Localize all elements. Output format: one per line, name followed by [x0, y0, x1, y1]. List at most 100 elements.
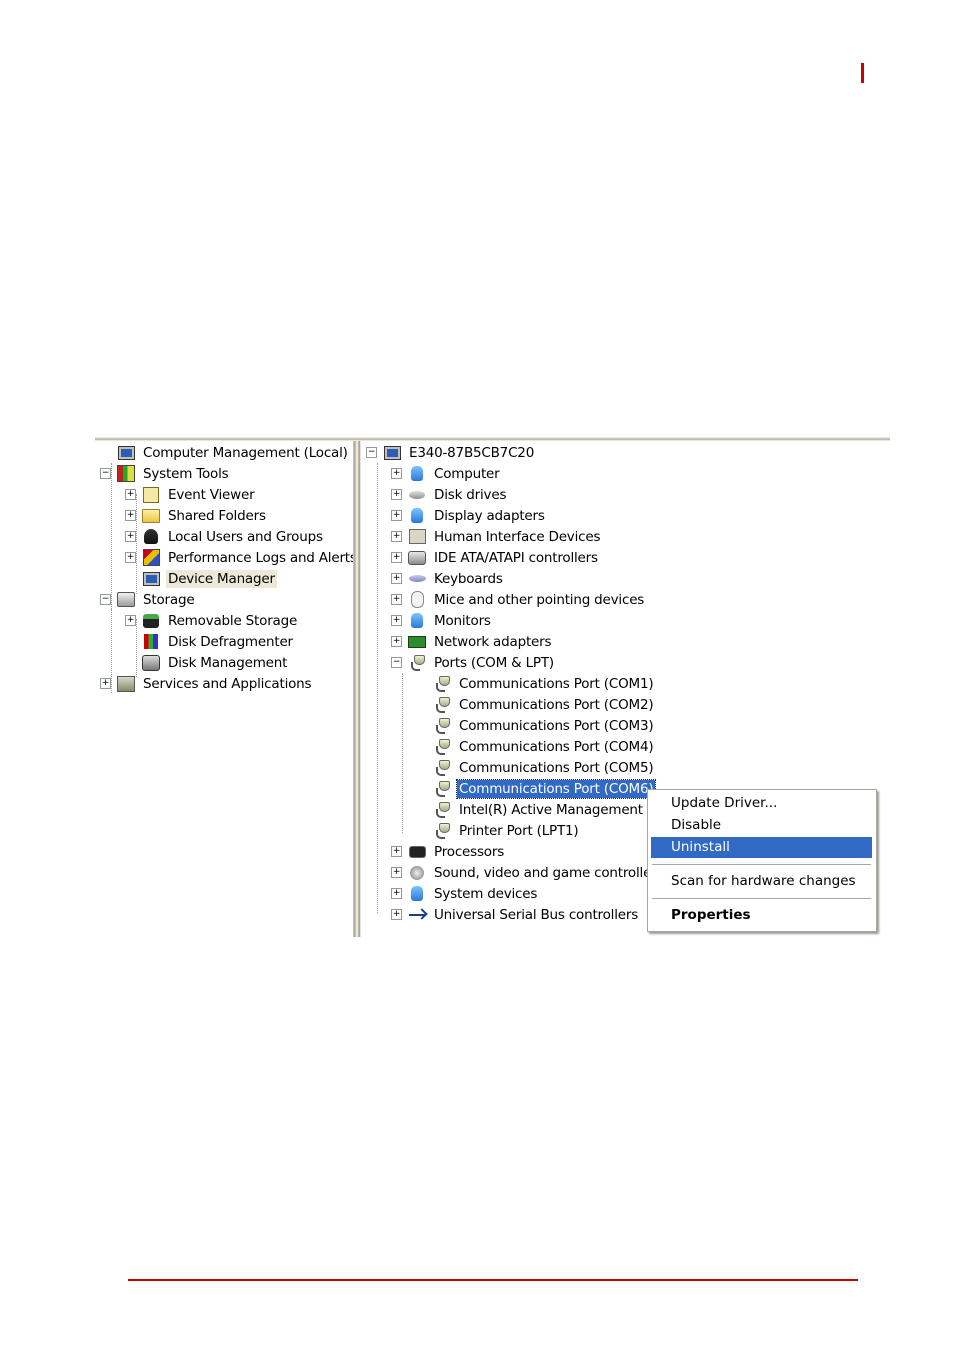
console-tree-item[interactable]: + Services and Applications: [100, 673, 313, 694]
port-icon: [433, 801, 451, 819]
console-tree-item[interactable]: Computer Management (Local): [100, 442, 350, 463]
device-tree-item[interactable]: + Universal Serial Bus controllers: [391, 904, 640, 925]
menu-item-disable[interactable]: Disable: [651, 815, 872, 836]
expand-icon[interactable]: +: [391, 867, 402, 878]
tree-item-label: Disk Management: [168, 654, 288, 671]
sound-icon: [408, 864, 426, 882]
system-tools-icon: [117, 465, 135, 483]
device-tree-item[interactable]: Printer Port (LPT1): [416, 820, 581, 841]
keyboard-icon: [408, 570, 426, 588]
port-icon: [433, 738, 451, 756]
device-tree-item[interactable]: Communications Port (COM6): [416, 778, 657, 799]
port-icon-glyph: [436, 781, 450, 797]
collapse-icon[interactable]: −: [391, 657, 402, 668]
expand-icon[interactable]: +: [391, 489, 402, 500]
device-tree-item[interactable]: + Human Interface Devices: [391, 526, 602, 547]
tree-connector: [111, 609, 112, 689]
expand-icon[interactable]: +: [391, 531, 402, 542]
device-tree-item[interactable]: + Network adapters: [391, 631, 553, 652]
disk-drive-icon-glyph: [409, 490, 425, 499]
hid-icon: [408, 528, 426, 546]
device-tree-item[interactable]: + IDE ATA/ATAPI controllers: [391, 547, 600, 568]
pane-splitter[interactable]: [353, 441, 361, 937]
usb-icon: [408, 906, 426, 924]
console-tree-item[interactable]: + Local Users and Groups: [125, 526, 325, 547]
shared-folders-icon: [142, 507, 160, 525]
expand-icon[interactable]: +: [125, 489, 136, 500]
console-tree-item[interactable]: Device Manager: [125, 568, 277, 589]
device-tree-item[interactable]: Communications Port (COM5): [416, 757, 655, 778]
tree-item-label: Device Manager: [166, 569, 277, 588]
tree-item-label: Communications Port (COM6): [455, 778, 657, 799]
device-tree-item[interactable]: + Keyboards: [391, 568, 505, 589]
console-tree-item[interactable]: Disk Management: [125, 652, 289, 673]
collapse-icon[interactable]: −: [100, 468, 111, 479]
monitor-icon-glyph: [411, 613, 423, 628]
console-tree-item[interactable]: + Performance Logs and Alerts: [125, 547, 353, 568]
console-tree-item[interactable]: Disk Defragmenter: [125, 631, 295, 652]
device-tree-item[interactable]: + Disk drives: [391, 484, 508, 505]
port-icon: [433, 759, 451, 777]
tree-item-label: Communications Port (COM1): [459, 675, 654, 692]
device-tree-item[interactable]: + Computer: [391, 463, 502, 484]
menu-item-properties[interactable]: Properties: [651, 905, 872, 926]
expand-icon[interactable]: +: [100, 678, 111, 689]
expand-icon[interactable]: +: [125, 615, 136, 626]
context-menu: Update Driver... Disable Uninstall Scan for…: [647, 789, 877, 932]
tree-connector: [136, 619, 137, 677]
device-tree-item[interactable]: + Mice and other pointing devices: [391, 589, 646, 610]
expand-icon[interactable]: +: [391, 468, 402, 479]
device-tree-item[interactable]: + System devices: [391, 883, 539, 904]
device-manager-icon: [142, 570, 160, 588]
menu-item-scan-for-hardware-changes[interactable]: Scan for hardware changes: [651, 871, 872, 892]
expand-icon[interactable]: +: [391, 510, 402, 521]
tree-item-label: Computer: [434, 465, 500, 482]
port-icon: [433, 780, 451, 798]
keyboard-icon-glyph: [408, 575, 426, 582]
tree-connector: [402, 673, 403, 833]
console-tree-item[interactable]: − Storage: [100, 589, 196, 610]
expand-icon[interactable]: +: [391, 552, 402, 563]
performance-logs-icon-glyph: [142, 549, 160, 566]
expand-icon[interactable]: +: [125, 510, 136, 521]
computer-management-icon-glyph: [117, 445, 135, 460]
footer-rule: [128, 1279, 858, 1281]
tree-item-label: Storage: [143, 591, 195, 608]
expand-icon[interactable]: +: [125, 552, 136, 563]
tree-item-label: Network adapters: [434, 633, 552, 650]
expand-icon[interactable]: +: [391, 573, 402, 584]
expand-icon[interactable]: +: [391, 636, 402, 647]
collapse-icon[interactable]: −: [100, 594, 111, 605]
device-tree-item[interactable]: Communications Port (COM2): [416, 694, 655, 715]
expand-icon[interactable]: +: [391, 846, 402, 857]
tree-item-label: Printer Port (LPT1): [459, 822, 579, 839]
device-tree-root[interactable]: − E340-87B5CB7C20: [366, 442, 536, 463]
device-tree-item[interactable]: + Display adapters: [391, 505, 547, 526]
console-tree-item[interactable]: + Event Viewer: [125, 484, 256, 505]
port-icon: [408, 654, 426, 672]
monitor-icon: [408, 612, 426, 630]
device-manager-icon-glyph: [142, 571, 160, 586]
port-icon-glyph: [436, 697, 450, 713]
expand-icon[interactable]: +: [391, 594, 402, 605]
device-tree-item[interactable]: + Processors: [391, 841, 506, 862]
device-tree-item[interactable]: Communications Port (COM3): [416, 715, 655, 736]
device-tree-item[interactable]: + Monitors: [391, 610, 493, 631]
expand-icon[interactable]: +: [125, 531, 136, 542]
console-tree-pane: Computer Management (Local) − System Tools…: [95, 441, 353, 937]
console-tree-item[interactable]: + Shared Folders: [125, 505, 268, 526]
device-tree-item[interactable]: Communications Port (COM1): [416, 673, 655, 694]
console-tree-item[interactable]: + Removable Storage: [125, 610, 299, 631]
system-devices-icon: [408, 885, 426, 903]
menu-item-update-driver[interactable]: Update Driver...: [651, 793, 872, 814]
device-tree-item[interactable]: − Ports (COM & LPT): [391, 652, 556, 673]
menu-item-uninstall[interactable]: Uninstall: [651, 837, 872, 858]
collapse-icon[interactable]: −: [366, 447, 377, 458]
port-icon: [433, 822, 451, 840]
expand-icon[interactable]: +: [391, 909, 402, 920]
expand-icon[interactable]: +: [391, 615, 402, 626]
device-tree-item[interactable]: Communications Port (COM4): [416, 736, 655, 757]
device-tree-item[interactable]: + Sound, video and game controllers: [391, 862, 665, 883]
console-tree-item[interactable]: − System Tools: [100, 463, 231, 484]
expand-icon[interactable]: +: [391, 888, 402, 899]
